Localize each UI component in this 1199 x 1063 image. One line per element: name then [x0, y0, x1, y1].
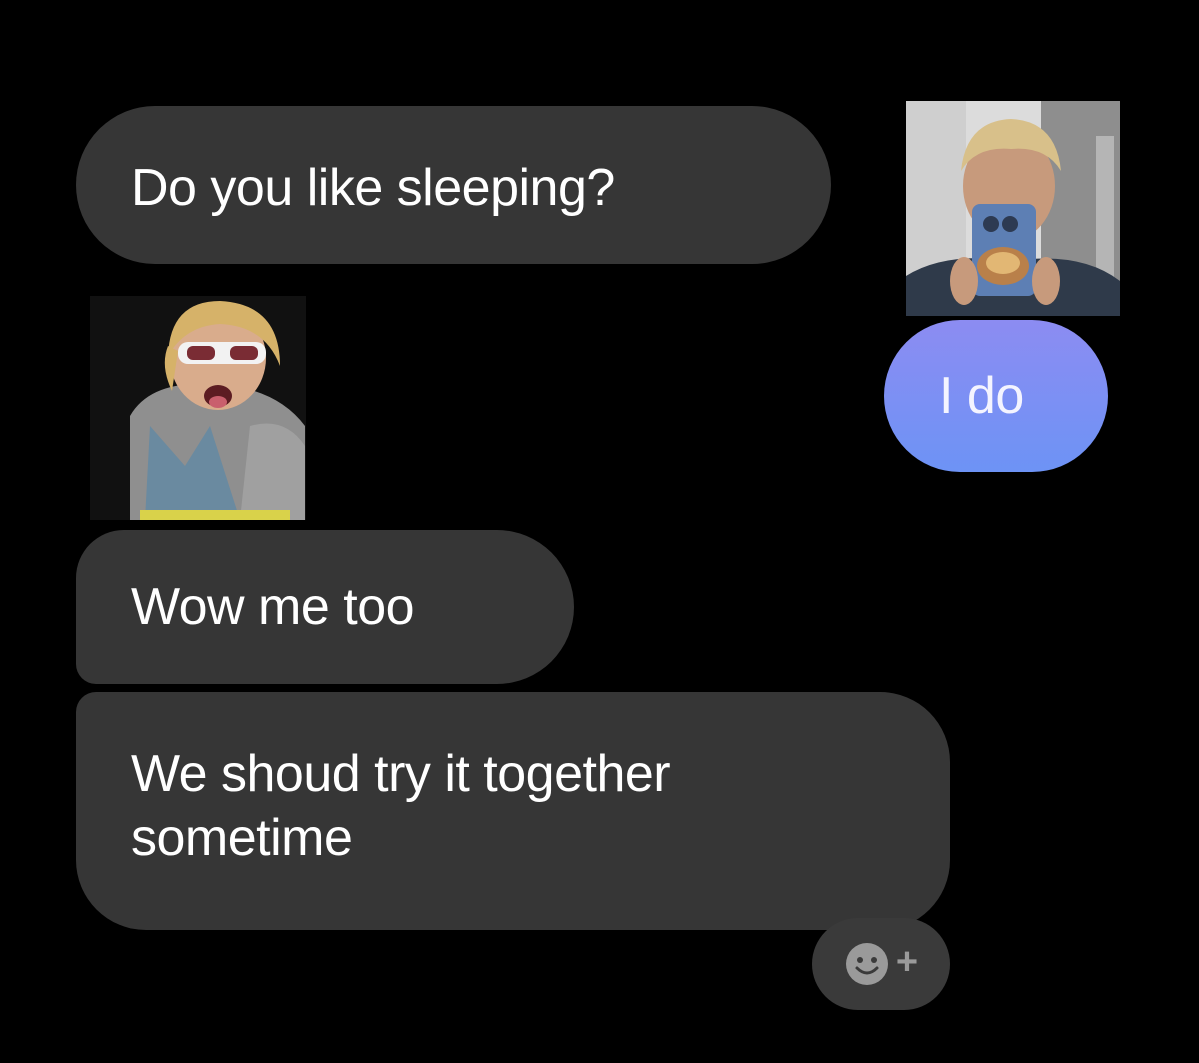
smiley-icon	[845, 943, 888, 985]
outgoing-message[interactable]: I do	[884, 320, 1108, 472]
sender-avatar-photo[interactable]	[906, 101, 1120, 316]
plus-icon: +	[895, 941, 919, 983]
incoming-message[interactable]: We shoud try it together sometime	[76, 692, 950, 930]
avatar-me-image	[906, 101, 1120, 316]
chat-thread: Do you like sleeping? I do Wow me too We…	[0, 0, 1199, 1063]
add-reaction-button[interactable]: +	[812, 918, 950, 1010]
recipient-avatar-photo[interactable]	[90, 296, 306, 520]
avatar-them-image	[90, 296, 306, 520]
incoming-message[interactable]: Do you like sleeping?	[76, 106, 831, 264]
incoming-message[interactable]: Wow me too	[76, 530, 574, 684]
